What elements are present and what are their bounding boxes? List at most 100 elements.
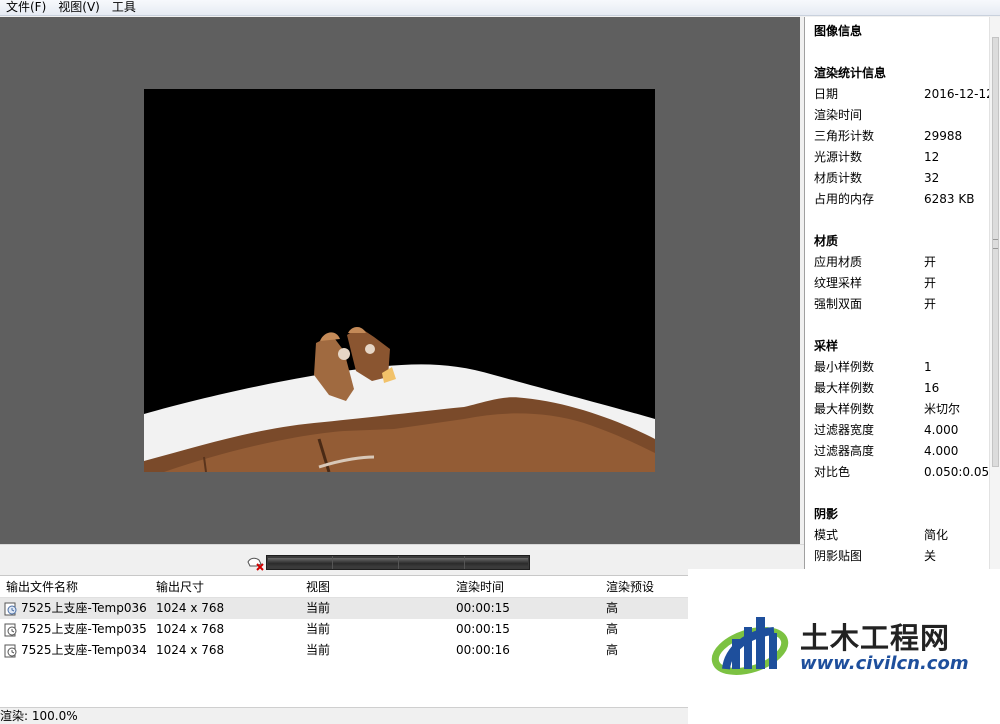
watermark-logo: 土木工程网 www.civilcn.com <box>688 569 1000 724</box>
cell-time: 00:00:16 <box>456 643 510 657</box>
logo-url: www.civilcn.com <box>800 653 969 674</box>
section-title: 采样 <box>814 339 839 353</box>
cell-preset: 高 <box>606 601 619 615</box>
info-key: 日期 <box>814 87 839 101</box>
cell-preset: 高 <box>606 643 619 657</box>
info-row: 占用的内存 6283 KB <box>814 189 990 210</box>
section-title: 渲染统计信息 <box>814 66 887 80</box>
menu-file[interactable]: 文件(F) <box>0 0 52 15</box>
info-scrollbar[interactable] <box>989 17 1000 569</box>
progress-divider <box>398 556 399 569</box>
info-value: 16 <box>924 381 940 395</box>
column-header-view[interactable]: 视图 <box>300 576 450 597</box>
progress-area <box>0 544 804 575</box>
info-key: 过滤器宽度 <box>814 423 875 437</box>
info-row: 过滤器宽度 4.000 <box>814 420 990 441</box>
info-row: 三角形计数 29988 <box>814 126 990 147</box>
cell-view: 当前 <box>306 643 331 657</box>
info-row: 应用材质 开 <box>814 252 990 273</box>
info-value: 1 <box>924 360 932 374</box>
progress-divider <box>464 556 465 569</box>
menu-bar: 文件(F) 视图(V) 工具 <box>0 0 1000 16</box>
render-queue-table: 输出文件名称 输出尺寸 视图 渲染时间 渲染预设 7525上支座-Temp036… <box>0 575 688 707</box>
info-row: 渲染时间 <box>814 105 990 126</box>
file-name: 7525上支座-Temp035 <box>21 622 147 636</box>
info-value: 开 <box>924 276 937 290</box>
info-value: 12 <box>924 150 940 164</box>
render-file-icon <box>4 623 17 636</box>
file-name: 7525上支座-Temp036 <box>21 601 147 615</box>
section-title: 阴影 <box>814 507 839 521</box>
info-value: 开 <box>924 255 937 269</box>
image-info-panel[interactable]: 图像信息 渲染统计信息 日期 2016-12-12 渲染时间 三角形计数 29988… <box>804 17 1000 569</box>
info-key: 渲染时间 <box>814 108 863 122</box>
info-key: 阴影贴图 <box>814 549 863 563</box>
cancel-render-icon[interactable] <box>246 555 266 571</box>
table-row[interactable]: 7525上支座-Temp036 1024 x 768 当前 00:00:15 高 <box>0 598 688 619</box>
cell-file: 7525上支座-Temp035 <box>0 619 150 640</box>
progress-divider <box>332 556 333 569</box>
info-value: 2016-12-12 <box>924 87 994 101</box>
info-value: 4.000 <box>924 423 959 437</box>
info-value: 简化 <box>924 528 949 542</box>
info-key: 最小样例数 <box>814 360 875 374</box>
render-file-icon <box>4 602 17 615</box>
info-key: 光源计数 <box>814 150 863 164</box>
table-header: 输出文件名称 输出尺寸 视图 渲染时间 渲染预设 <box>0 576 688 598</box>
file-name: 7525上支座-Temp034 <box>21 643 147 657</box>
column-header-output-size[interactable]: 输出尺寸 <box>150 576 300 597</box>
info-key: 最大样例数 <box>814 402 875 416</box>
info-row: 光源计数 12 <box>814 147 990 168</box>
info-row: 过滤器高度 4.000 <box>814 441 990 462</box>
section-title: 材质 <box>814 234 839 248</box>
column-header-preset[interactable]: 渲染预设 <box>600 576 688 597</box>
menu-tools[interactable]: 工具 <box>106 0 142 15</box>
cell-size: 1024 x 768 <box>156 643 225 657</box>
scroll-grip-icon <box>993 239 998 249</box>
info-row: 模式 简化 <box>814 525 990 546</box>
info-value: 6283 KB <box>924 192 975 206</box>
cell-time: 00:00:15 <box>456 622 510 636</box>
section-shadow: 阴影 模式 简化 阴影贴图 关 <box>814 504 990 567</box>
info-value: 0.050:0.050 <box>924 465 997 479</box>
info-key: 三角形计数 <box>814 129 875 143</box>
render-viewport[interactable] <box>0 17 800 544</box>
menu-view[interactable]: 视图(V) <box>52 0 106 15</box>
info-row: 最小样例数 1 <box>814 357 990 378</box>
cell-time: 00:00:15 <box>456 601 510 615</box>
info-value: 4.000 <box>924 444 959 458</box>
info-value: 开 <box>924 297 937 311</box>
cell-size: 1024 x 768 <box>156 601 225 615</box>
cell-file: 7525上支座-Temp034 <box>0 640 150 661</box>
status-bar: 渲染: 100.0% <box>0 707 688 724</box>
info-row: 最大样例数 米切尔 <box>814 399 990 420</box>
rendered-scene <box>144 89 655 472</box>
render-progress-bar <box>266 555 530 570</box>
column-header-output-file[interactable]: 输出文件名称 <box>0 576 150 597</box>
info-row: 纹理采样 开 <box>814 273 990 294</box>
column-header-render-time[interactable]: 渲染时间 <box>450 576 600 597</box>
render-file-icon <box>4 644 17 657</box>
info-row: 日期 2016-12-12 <box>814 84 994 105</box>
info-key: 材质计数 <box>814 171 863 185</box>
scroll-thumb[interactable] <box>992 37 999 467</box>
rendered-image <box>144 89 655 472</box>
info-row: 对比色 0.050:0.050 <box>814 462 997 483</box>
info-key: 占用的内存 <box>814 192 875 206</box>
table-row[interactable]: 7525上支座-Temp035 1024 x 768 当前 00:00:15 高 <box>0 619 688 640</box>
section-sampling: 采样 最小样例数 1 最大样例数 16 最大样例数 米切尔 过滤器宽度 4.000 过滤… <box>814 336 997 483</box>
cell-view: 当前 <box>306 601 331 615</box>
section-render-stats: 渲染统计信息 日期 2016-12-12 渲染时间 三角形计数 29988 光源计数… <box>814 63 994 210</box>
cell-preset: 高 <box>606 622 619 636</box>
info-value: 32 <box>924 171 940 185</box>
info-key: 对比色 <box>814 465 851 479</box>
table-row[interactable]: 7525上支座-Temp034 1024 x 768 当前 00:00:16 高 <box>0 640 688 661</box>
cell-size: 1024 x 768 <box>156 622 225 636</box>
render-window: 文件(F) 视图(V) 工具 图像信息 渲染统计信息 日期 2016-12-12… <box>0 0 1000 724</box>
info-row: 阴影贴图 关 <box>814 546 990 567</box>
info-row: 最大样例数 16 <box>814 378 990 399</box>
info-key: 纹理采样 <box>814 276 863 290</box>
cell-view: 当前 <box>306 622 331 636</box>
info-key: 强制双面 <box>814 297 863 311</box>
info-row: 材质计数 32 <box>814 168 990 189</box>
